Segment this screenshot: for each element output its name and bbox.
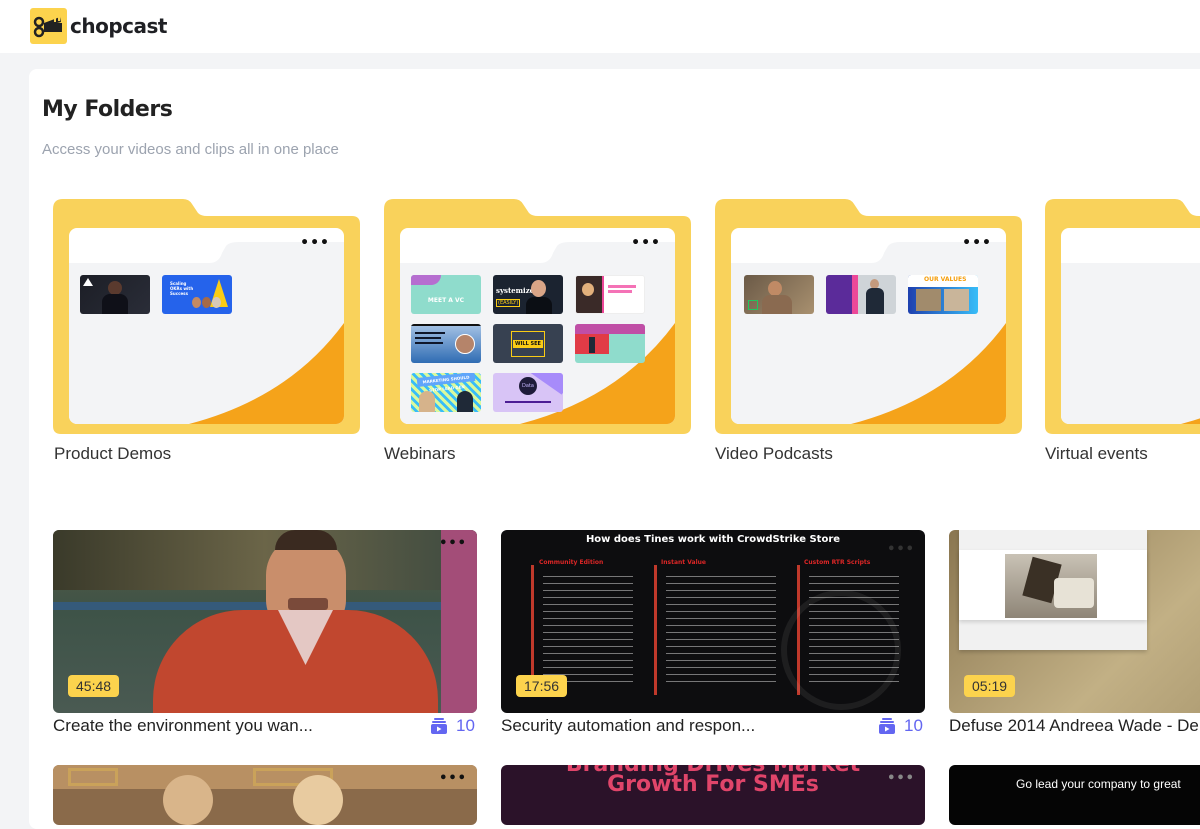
folder-preview: ••• MEET A VC systemize (EASILY) WILL SE… xyxy=(400,228,675,424)
folder-preview: ••• OUR VALUES xyxy=(731,228,1006,424)
folder-card-virtual-events[interactable] xyxy=(1045,199,1200,434)
video-title[interactable]: Security automation and respon... xyxy=(501,716,755,736)
folder-thumbnail: systemize (EASILY) xyxy=(493,275,563,314)
folder-name[interactable]: Product Demos xyxy=(54,444,171,464)
folder-card-webinars[interactable]: ••• MEET A VC systemize (EASILY) WILL SE… xyxy=(384,199,691,434)
video-card[interactable]: Go lead your company to great xyxy=(949,765,1200,825)
duration-badge: 17:56 xyxy=(516,675,568,697)
folder-thumbnail: MARKETING SHOULD STOP LEAD GEN xyxy=(411,373,481,412)
logo-icon xyxy=(30,8,67,44)
video-card[interactable]: How does Tines work with CrowdStrike Sto… xyxy=(501,530,925,713)
app-name: chopcast xyxy=(70,14,167,38)
clip-count-value: 10 xyxy=(904,716,923,735)
video-title[interactable]: Create the environment you wan... xyxy=(53,716,313,736)
folder-name[interactable]: Webinars xyxy=(384,444,456,464)
folder-menu-icon[interactable]: ••• xyxy=(631,236,661,250)
video-menu-icon[interactable]: ••• xyxy=(887,542,915,557)
folder-preview: ••• Scaling OKRs with Success xyxy=(69,228,344,424)
clips-stack-icon xyxy=(431,718,447,734)
folder-thumbnail xyxy=(744,275,814,314)
main-panel xyxy=(29,69,1200,829)
folder-thumbnail xyxy=(411,324,481,363)
folder-preview xyxy=(1061,228,1200,424)
clip-count[interactable]: 10 xyxy=(430,716,475,736)
clips-stack-icon xyxy=(879,718,895,734)
video-card[interactable]: ••• xyxy=(53,765,477,825)
folder-thumbnail: Data xyxy=(493,373,563,412)
folder-thumbnail xyxy=(575,324,645,363)
folder-card-video-podcasts[interactable]: ••• OUR VALUES xyxy=(715,199,1022,434)
page-title: My Folders xyxy=(42,97,173,122)
video-title[interactable]: Defuse 2014 Andreea Wade - De xyxy=(949,716,1199,736)
duration-badge: 05:19 xyxy=(964,675,1016,697)
duration-badge: 45:48 xyxy=(68,675,120,697)
video-menu-icon[interactable]: ••• xyxy=(439,536,467,551)
folder-thumbnail: MEET A VC xyxy=(411,275,481,314)
folder-thumbnail: WILL SEE xyxy=(493,324,563,363)
video-menu-icon[interactable]: ••• xyxy=(887,771,915,786)
folder-thumbnail xyxy=(826,275,896,314)
clip-count-value: 10 xyxy=(456,716,475,735)
folder-thumbnail xyxy=(575,275,645,314)
folder-name[interactable]: Virtual events xyxy=(1045,444,1148,464)
top-bar: chopcast xyxy=(0,0,1200,53)
video-card[interactable]: Branding Drives Market Growth For SMEs •… xyxy=(501,765,925,825)
app-logo[interactable]: chopcast xyxy=(30,8,167,44)
page-subtitle: Access your videos and clips all in one … xyxy=(42,141,339,158)
folder-thumbnail: OUR VALUES xyxy=(908,275,978,314)
folder-name[interactable]: Video Podcasts xyxy=(715,444,833,464)
video-card[interactable]: 05:19 xyxy=(949,530,1200,713)
folder-menu-icon[interactable]: ••• xyxy=(962,236,992,250)
clip-count[interactable]: 10 xyxy=(878,716,923,736)
video-menu-icon[interactable]: ••• xyxy=(439,771,467,786)
video-card[interactable]: ••• 45:48 xyxy=(53,530,477,713)
folder-card-product-demos[interactable]: ••• Scaling OKRs with Success xyxy=(53,199,360,434)
